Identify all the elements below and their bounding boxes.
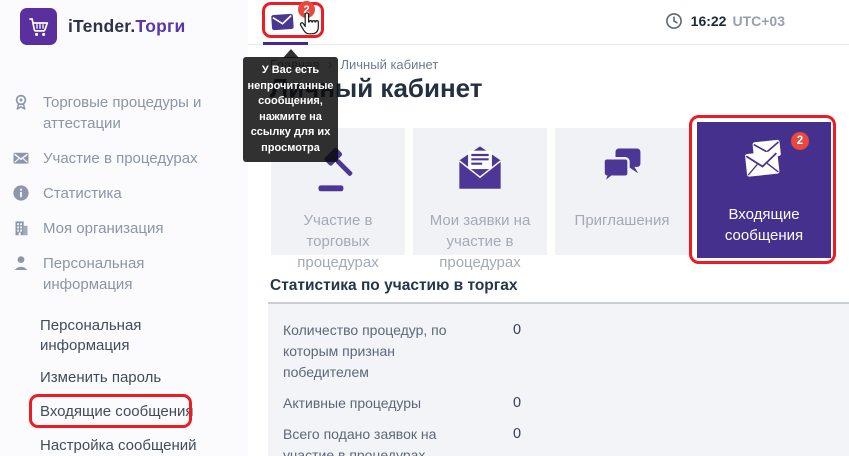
envelope-icon	[270, 10, 296, 39]
info-icon	[12, 184, 30, 202]
unread-messages-tooltip: У Вас есть непрочитанные сообщения, нажм…	[243, 57, 338, 162]
stat-row: Количество процедур, по которым признан …	[283, 320, 849, 383]
mouse-cursor-icon	[298, 12, 320, 43]
user-icon	[12, 254, 30, 272]
cart-icon	[20, 8, 57, 45]
sidebar: iTender.Торги Торговые процедуры и аттес…	[0, 0, 248, 456]
sidebar-item-personal-info[interactable]: Персональная информация	[0, 246, 248, 302]
dashboard-cards: Участие в торговых процедурах Мои заявки…	[271, 128, 839, 258]
sidebar-subitem-message-settings[interactable]: Настройка сообщений	[0, 430, 248, 456]
time-value: 16:22	[691, 13, 727, 29]
building-icon	[12, 219, 30, 237]
sidebar-subitem-change-password[interactable]: Изменить пароль	[0, 362, 248, 394]
stats-title: Статистика по участию в торгах	[270, 277, 517, 295]
envelope-open-icon	[454, 142, 506, 199]
card-invitations[interactable]: Приглашения	[555, 128, 689, 255]
stat-row: Всего подано заявок на участие в процеду…	[283, 424, 849, 456]
sidebar-sublist: Персональная информация Изменить пароль …	[0, 310, 248, 456]
topbar: 2 16:22 UTC+03	[248, 0, 849, 45]
stats-panel: Количество процедур, по которым признан …	[268, 302, 849, 456]
sidebar-nav: Торговые процедуры и аттестации Участие …	[0, 85, 248, 456]
stat-row: Активные процедуры 0	[283, 393, 849, 414]
sidebar-item-participation[interactable]: Участие в процедурах	[0, 141, 248, 176]
breadcrumb-current: Личный кабинет	[340, 57, 438, 72]
clock-icon	[665, 12, 683, 30]
main-content: Главная › Личный кабинет Личный кабинет …	[248, 45, 849, 456]
sidebar-item-trade-procedures[interactable]: Торговые процедуры и аттестации	[0, 85, 248, 141]
timezone-value: UTC+03	[732, 13, 785, 29]
sidebar-subitem-incoming-messages[interactable]: Входящие сообщения	[0, 396, 248, 428]
sidebar-subitem-personal-info[interactable]: Персональная информация	[0, 310, 248, 362]
card-my-applications[interactable]: Мои заявки на участие в процедурах	[413, 128, 547, 255]
card-incoming-messages[interactable]: 2 Входящие сообщения	[697, 122, 831, 258]
envelope-badge-icon	[738, 136, 790, 193]
card-unread-badge: 2	[791, 132, 809, 150]
chat-bubbles-icon	[596, 142, 648, 199]
sidebar-item-organization[interactable]: Моя организация	[0, 211, 248, 246]
brand-name: iTender.Торги	[68, 16, 185, 37]
award-icon	[12, 93, 30, 111]
clock-block: 16:22 UTC+03	[665, 12, 785, 30]
sidebar-item-statistics[interactable]: Статистика	[0, 176, 248, 211]
envelope-icon	[12, 149, 30, 167]
logo[interactable]: iTender.Торги	[0, 0, 248, 45]
